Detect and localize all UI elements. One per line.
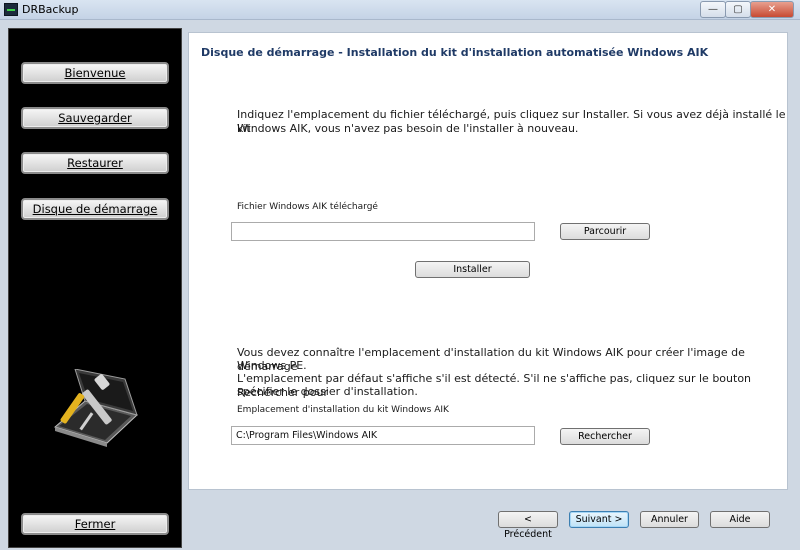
install-button[interactable]: Installer — [415, 261, 530, 278]
install-location-label: Emplacement d'installation du kit Window… — [237, 405, 449, 415]
close-app-label: Fermer — [74, 517, 116, 531]
location-text-line1: Vous devez connaître l'emplacement d'ins… — [237, 346, 745, 373]
cancel-button[interactable]: Annuler — [640, 511, 699, 528]
window-controls: — ▢ ✕ — [700, 1, 794, 18]
close-app-button[interactable]: Fermer — [21, 513, 169, 535]
sidebar-item-restaurer[interactable]: Restaurer — [21, 152, 169, 174]
download-file-label: Fichier Windows AIK téléchargé — [237, 202, 378, 212]
sidebar-item-label: Sauvegarder — [58, 111, 132, 125]
window-title: DRBackup — [22, 3, 79, 16]
sidebar: Bienvenue Sauvegarder Restaurer Disque d… — [8, 28, 182, 548]
search-button[interactable]: Rechercher — [560, 428, 650, 445]
minimize-button[interactable]: — — [700, 1, 726, 18]
download-file-input[interactable] — [231, 222, 535, 241]
location-text-line4: spécifier le dossier d'installation. — [237, 385, 418, 398]
help-button[interactable]: Aide — [710, 511, 770, 528]
app-icon — [4, 3, 18, 16]
content-panel: Disque de démarrage - Installation du ki… — [188, 32, 788, 490]
page-title: Disque de démarrage - Installation du ki… — [201, 46, 709, 59]
close-window-button[interactable]: ✕ — [750, 1, 794, 18]
sidebar-item-disque-de-demarrage[interactable]: Disque de démarrage — [21, 198, 169, 220]
sidebar-item-label: Bienvenue — [64, 66, 126, 80]
install-location-input[interactable] — [231, 426, 535, 445]
maximize-button[interactable]: ▢ — [725, 1, 751, 18]
laptop-tools-illustration — [53, 369, 138, 447]
window-titlebar: DRBackup — ▢ ✕ — [0, 0, 800, 20]
sidebar-item-label: Restaurer — [67, 156, 123, 170]
browse-button[interactable]: Parcourir — [560, 223, 650, 240]
intro-text-line2: Windows AIK, vous n'avez pas besoin de l… — [237, 122, 579, 135]
sidebar-item-sauvegarder[interactable]: Sauvegarder — [21, 107, 169, 129]
sidebar-item-label: Disque de démarrage — [32, 202, 158, 216]
previous-button[interactable]: < Précédent — [498, 511, 558, 540]
next-button[interactable]: Suivant > — [569, 511, 629, 528]
location-text-line2: Windows PE. — [237, 359, 307, 372]
sidebar-item-bienvenue[interactable]: Bienvenue — [21, 62, 169, 84]
